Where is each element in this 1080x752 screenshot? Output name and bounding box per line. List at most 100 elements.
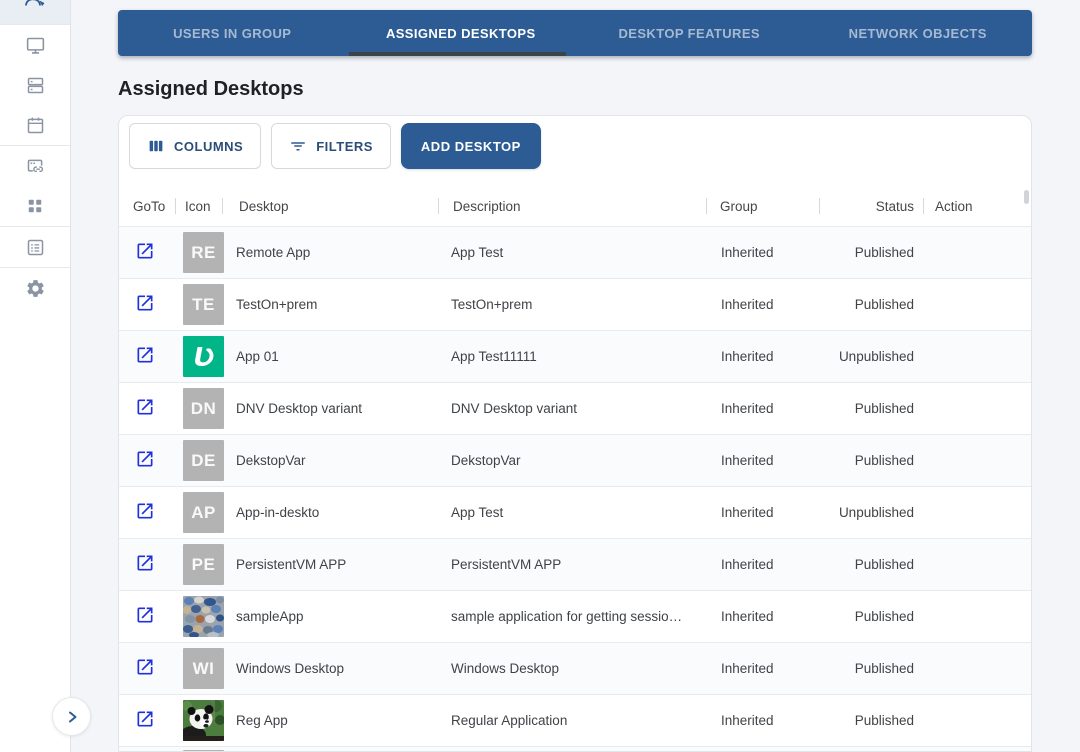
desktop-group: Inherited [707, 661, 820, 676]
open-in-new-icon [135, 345, 155, 365]
column-header-description: Description [439, 186, 707, 226]
goto-button[interactable] [134, 449, 156, 471]
column-header-icon: Icon [176, 186, 223, 226]
desktop-status: Published [820, 401, 924, 416]
desktop-initials-tile: PE [183, 544, 224, 585]
open-in-new-icon [135, 501, 155, 521]
open-in-new-icon [135, 553, 155, 573]
desktop-description: App Test [439, 245, 707, 260]
desktop-initials-tile: DE [183, 440, 224, 481]
settings-gear-icon [25, 278, 46, 299]
desktop-status: Published [820, 661, 924, 676]
sidebar-item-schedule[interactable] [0, 105, 70, 145]
desktop-status: Published [820, 609, 924, 624]
desktop-description: DekstopVar [439, 453, 707, 468]
sidebar-item-users-group[interactable] [0, 0, 70, 24]
table-body: RE Remote App App Test Inherited Publish… [119, 226, 1031, 752]
desktop-status: Unpublished [820, 505, 924, 520]
panda-image [183, 700, 224, 741]
desktop-description: DNV Desktop variant [439, 401, 707, 416]
table-row[interactable]: Ʋ App 01 App Test11111 Inherited Unpubli… [119, 330, 1031, 382]
open-in-new-icon [135, 657, 155, 677]
goto-button[interactable] [134, 501, 156, 523]
goto-button[interactable] [134, 345, 156, 367]
table-row[interactable]: TE TestOn+prem TestOn+prem Inherited Pub… [119, 278, 1031, 330]
desktop-group: Inherited [707, 713, 820, 728]
desktop-group: Inherited [707, 245, 820, 260]
sidebar-expand-button[interactable] [52, 697, 91, 736]
sidebar-item-desktops[interactable] [0, 25, 70, 65]
columns-icon [147, 137, 165, 155]
table-toolbar: COLUMNS FILTERS ADD DESKTOP [119, 116, 1031, 186]
column-header-action: Action [924, 186, 1031, 226]
goto-button[interactable] [134, 657, 156, 679]
desktop-description: App Test [439, 505, 707, 520]
tab-network-objects[interactable]: NETWORK OBJECTS [804, 10, 1033, 56]
goto-button[interactable] [134, 553, 156, 575]
chevron-right-icon [63, 708, 81, 726]
table-row[interactable]: RE Remote App App Test Inherited Publish… [119, 226, 1031, 278]
desktop-name: sampleApp [223, 609, 439, 624]
desktop-name: DNV Desktop variant [223, 401, 439, 416]
tab-desktop-features[interactable]: DESKTOP FEATURES [575, 10, 804, 56]
table-row[interactable]: Reg App Regular Application Inherited Pu… [119, 694, 1031, 746]
pebbles-image [183, 596, 224, 637]
users-group-icon [23, 0, 47, 13]
table-row-partial[interactable] [119, 746, 1031, 752]
desktop-status: Published [820, 557, 924, 572]
sidebar-item-settings[interactable] [0, 268, 70, 308]
sidebar-item-apps-grid[interactable] [0, 186, 70, 226]
table-row[interactable]: DN DNV Desktop variant DNV Desktop varia… [119, 382, 1031, 434]
open-in-new-icon [135, 397, 155, 417]
table-row[interactable]: PE PersistentVM APP PersistentVM APP Inh… [119, 538, 1031, 590]
goto-button[interactable] [134, 293, 156, 315]
open-in-new-icon [135, 605, 155, 625]
desktop-status: Published [820, 453, 924, 468]
tab-users-in-group[interactable]: USERS IN GROUP [118, 10, 347, 56]
desktop-name: Reg App [223, 713, 439, 728]
desktop-group: Inherited [707, 505, 820, 520]
vine-logo: Ʋ [183, 336, 224, 377]
sidebar [0, 0, 71, 752]
desktop-name: App 01 [223, 349, 439, 364]
goto-button[interactable] [134, 709, 156, 731]
open-in-new-icon [135, 709, 155, 729]
desktop-group: Inherited [707, 297, 820, 312]
column-header-status: Status [820, 186, 924, 226]
table-row[interactable]: AP App-in-deskto App Test Inherited Unpu… [119, 486, 1031, 538]
table-row[interactable]: sampleApp sample application for getting… [119, 590, 1031, 642]
filters-button[interactable]: FILTERS [271, 123, 391, 169]
calendar-icon [25, 115, 46, 136]
desktop-description: PersistentVM APP [439, 557, 707, 572]
desktop-monitor-icon [25, 35, 46, 56]
desktop-group: Inherited [707, 349, 820, 364]
goto-button[interactable] [134, 605, 156, 627]
column-header-goto: GoTo [119, 186, 176, 226]
table-row[interactable]: WI Windows Desktop Windows Desktop Inher… [119, 642, 1031, 694]
sidebar-item-servers[interactable] [0, 65, 70, 105]
desktop-name: App-in-deskto [223, 505, 439, 520]
desktop-initials-tile: RE [183, 232, 224, 273]
desktop-name: PersistentVM APP [223, 557, 439, 572]
desktop-status: Published [820, 297, 924, 312]
goto-button[interactable] [134, 397, 156, 419]
servers-icon [25, 75, 46, 96]
desktop-name: Remote App [223, 245, 439, 260]
desktop-description: sample application for getting sessio… [439, 609, 707, 624]
tab-assigned-desktops[interactable]: ASSIGNED DESKTOPS [347, 10, 576, 56]
vertical-scrollbar-thumb[interactable] [1024, 190, 1029, 204]
desktop-group: Inherited [707, 557, 820, 572]
desktop-name: DekstopVar [223, 453, 439, 468]
sidebar-item-device-link[interactable] [0, 146, 70, 186]
pebbles-thumbnail [183, 596, 224, 637]
table-row[interactable]: DE DekstopVar DekstopVar Inherited Publi… [119, 434, 1031, 486]
assigned-desktops-card: COLUMNS FILTERS ADD DESKTOP GoTo Icon De… [118, 115, 1032, 752]
add-desktop-button[interactable]: ADD DESKTOP [401, 123, 541, 169]
columns-button-label: COLUMNS [174, 139, 243, 154]
desktop-status: Published [820, 713, 924, 728]
sidebar-item-list[interactable] [0, 227, 70, 267]
goto-button[interactable] [134, 241, 156, 263]
open-in-new-icon [135, 293, 155, 313]
desktop-initials-tile: DN [183, 388, 224, 429]
columns-button[interactable]: COLUMNS [129, 123, 261, 169]
